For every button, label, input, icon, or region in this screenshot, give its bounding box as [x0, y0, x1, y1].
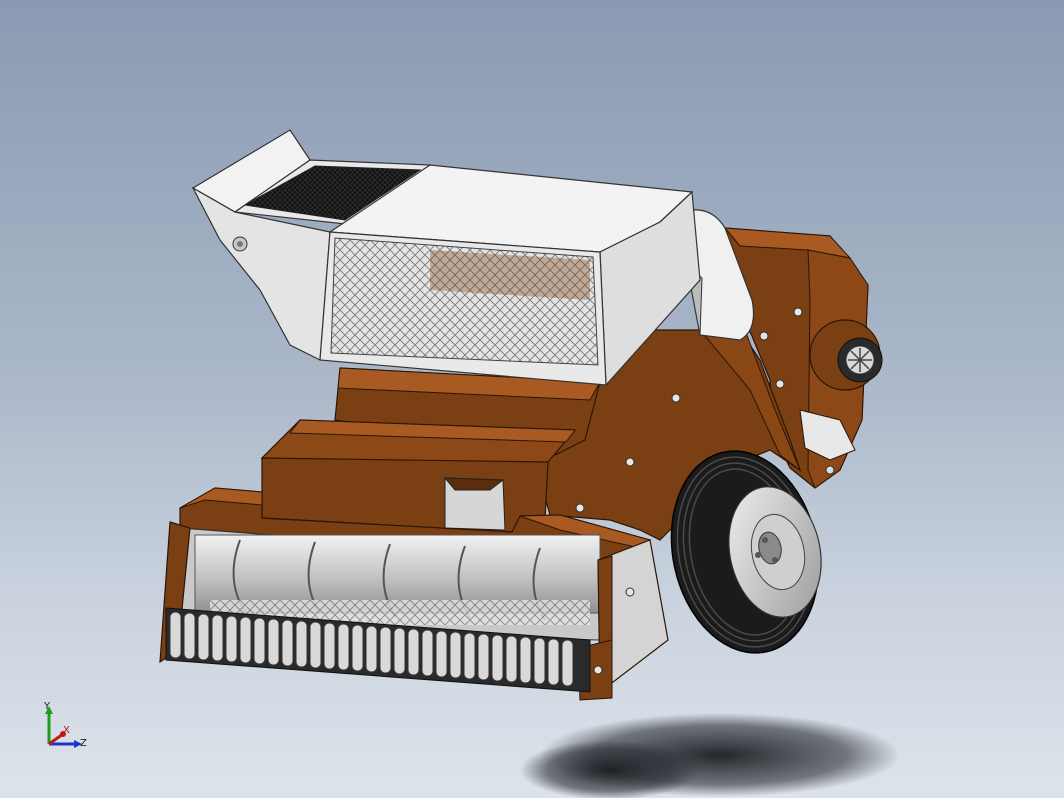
graphics-viewport[interactable]: Y X Z [0, 0, 1064, 798]
hopper-assembly [191, 129, 701, 387]
y-axis-label: Y [44, 701, 51, 712]
z-axis-label: Z [80, 738, 87, 749]
ground-shadow [520, 713, 900, 798]
x-axis-label: X [63, 725, 70, 736]
drive-pulley [809, 319, 883, 391]
3d-model-view[interactable] [0, 0, 1064, 798]
